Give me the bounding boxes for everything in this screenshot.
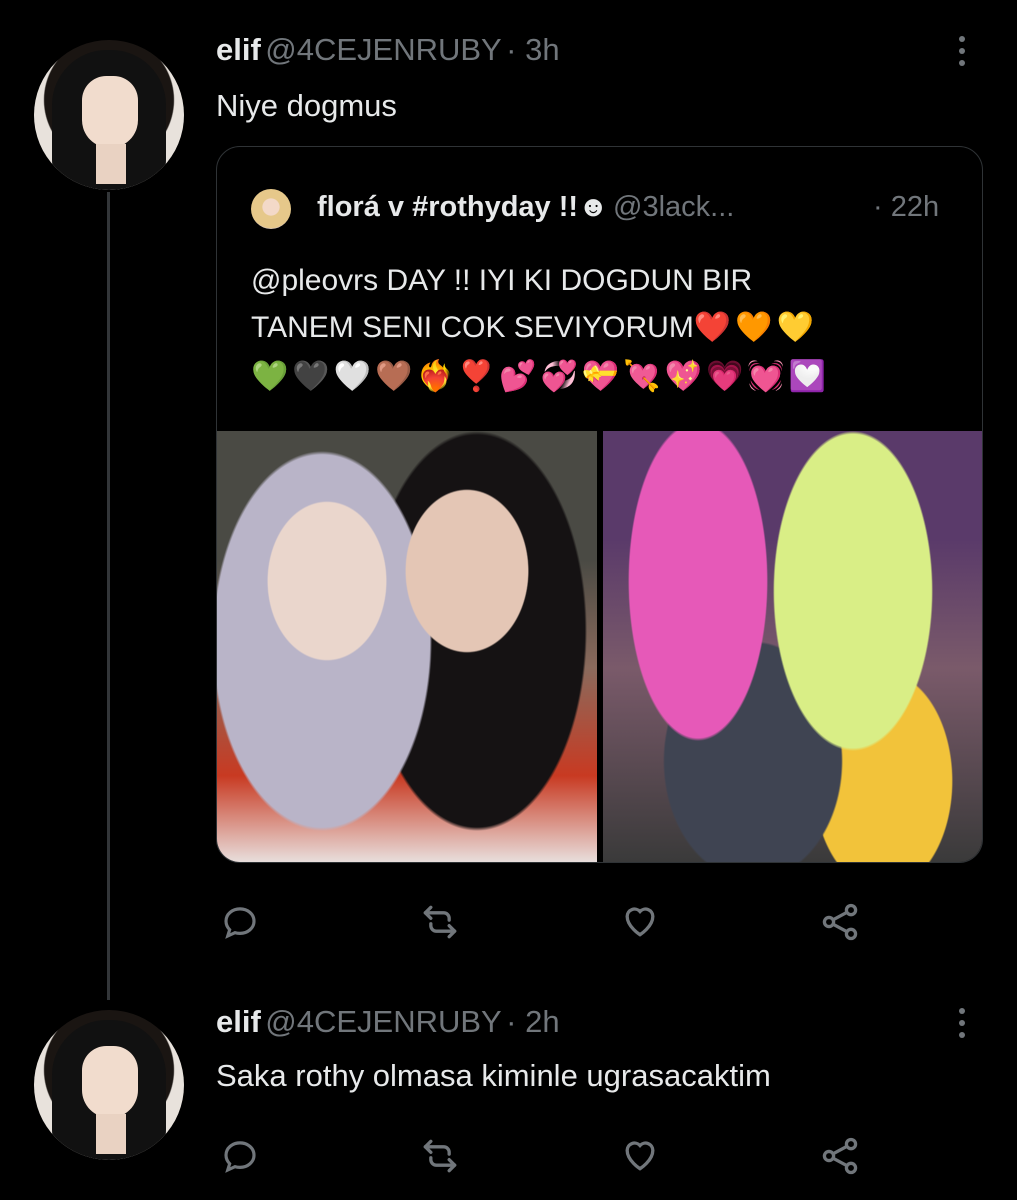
quoted-tweet[interactable]: florá v #rothyday !!☻ @3lack... · 22h @p…: [216, 146, 983, 863]
quoted-avatar: [251, 189, 291, 229]
like-icon[interactable]: [616, 896, 664, 944]
quoted-text-line-2: TANEM SENI COK SEVIYORUM: [251, 311, 694, 344]
emoji: 💛: [776, 311, 814, 344]
retweet-icon[interactable]: [416, 1132, 464, 1180]
share-icon[interactable]: [816, 1132, 864, 1180]
more-icon[interactable]: [954, 1008, 970, 1038]
reply-icon[interactable]: [216, 898, 264, 946]
emoji: 💟: [788, 360, 827, 393]
media-image[interactable]: [217, 431, 597, 862]
author-name[interactable]: elif: [216, 32, 261, 67]
author-handle[interactable]: @4CEJENRUBY: [265, 1004, 501, 1039]
quoted-text-line-2-row: TANEM SENI COK SEVIYORUM ❤️ 🧡 💛: [251, 304, 814, 351]
reply-icon[interactable]: [216, 1132, 264, 1180]
timestamp[interactable]: · 2h: [506, 1004, 559, 1039]
timestamp[interactable]: · 3h: [506, 32, 559, 67]
author-name[interactable]: elif: [216, 1004, 261, 1039]
emoji: 🤍: [333, 360, 372, 393]
quoted-author-name: florá v #rothyday !!☻: [317, 191, 609, 223]
share-icon[interactable]: [816, 898, 864, 946]
quoted-text-line-1: @pleovrs DAY !! IYI KI DOGDUN BIR: [251, 264, 753, 297]
quoted-timestamp: · 22h: [873, 191, 940, 223]
avatar[interactable]: [34, 1010, 184, 1160]
emoji: ❤️: [693, 311, 732, 344]
media-image[interactable]: [603, 431, 982, 862]
emoji: 💕: [499, 360, 537, 393]
emoji: 💖: [664, 360, 702, 393]
tweet-text: Niye dogmus: [216, 88, 397, 123]
emoji: 🧡: [735, 311, 773, 344]
emoji: 💞: [540, 360, 578, 393]
emoji-list: 💚 🖤 🤍 🤎 ❤️‍🔥 ❣️ 💕 💞 💝 💘 💖 💗 💓 💟: [251, 359, 826, 394]
emoji: 💓: [747, 360, 785, 393]
tweet-text: Saka rothy olmasa kiminle ugrasacaktim: [216, 1058, 771, 1093]
quoted-author-handle: @3lack...: [613, 191, 735, 223]
author-handle[interactable]: @4CEJENRUBY: [265, 32, 501, 67]
emoji: ❤️‍🔥: [416, 360, 454, 393]
avatar[interactable]: [34, 40, 184, 190]
quoted-header: florá v #rothyday !!☻ @3lack...: [317, 191, 734, 224]
emoji: 🖤: [292, 360, 330, 393]
retweet-icon[interactable]: [416, 898, 464, 946]
like-icon[interactable]: [616, 1130, 664, 1178]
emoji: 💝: [581, 360, 620, 393]
emoji: 💚: [251, 360, 289, 393]
thread-connector-line: [107, 192, 110, 1000]
tweet-header: elif @4CEJENRUBY · 3h: [216, 32, 560, 68]
more-icon[interactable]: [954, 36, 970, 66]
tweet-header: elif @4CEJENRUBY · 2h: [216, 1004, 560, 1040]
emoji-list: ❤️ 🧡 💛: [694, 310, 814, 345]
emoji: 💗: [705, 360, 744, 393]
emoji: 🤎: [375, 360, 413, 393]
emoji: ❣️: [457, 360, 496, 393]
emoji: 💘: [623, 360, 661, 393]
